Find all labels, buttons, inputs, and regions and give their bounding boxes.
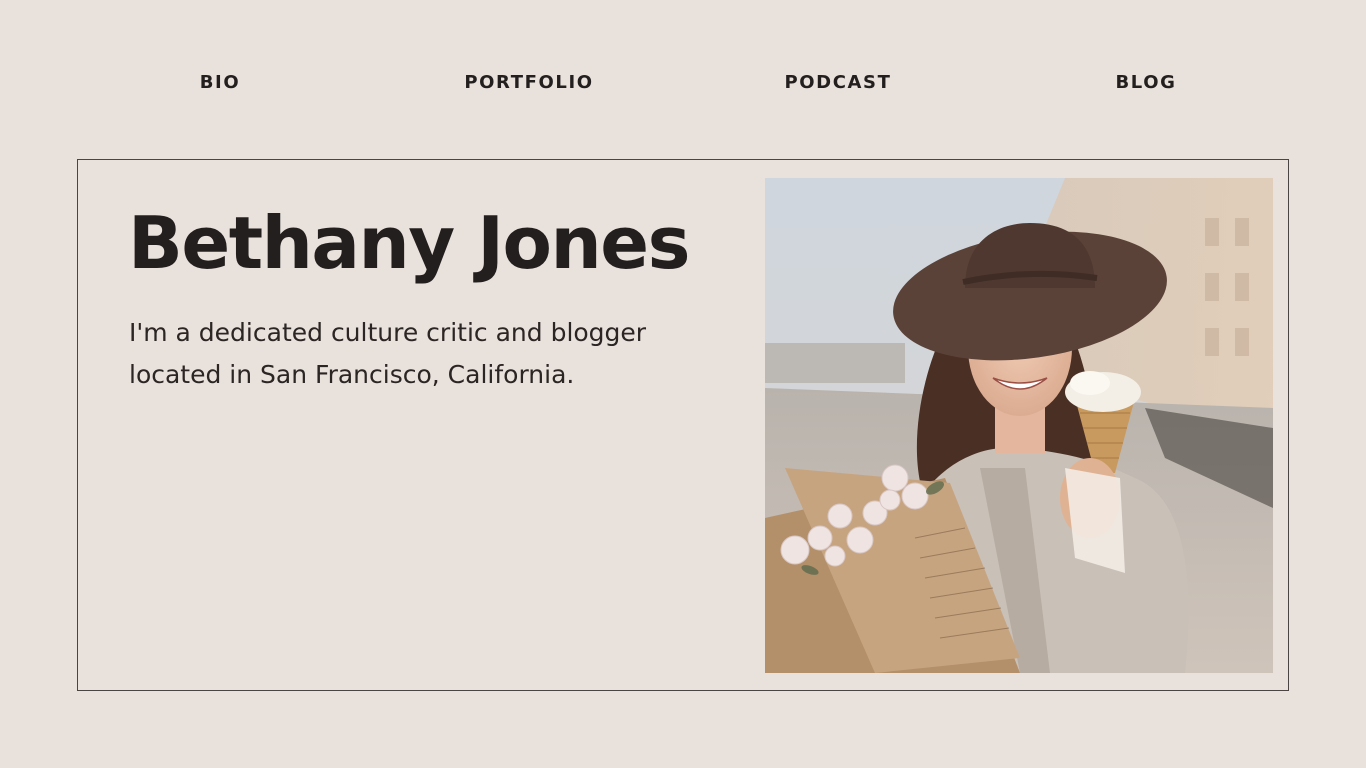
main-nav: BIO PORTFOLIO PODCAST BLOG bbox=[0, 72, 1366, 100]
nav-link-bio[interactable]: BIO bbox=[200, 72, 241, 93]
hero-card: Bethany Jones I'm a dedicated culture cr… bbox=[77, 159, 1289, 691]
tagline-line-2: located in San Francisco, California. bbox=[129, 360, 575, 389]
nav-link-blog[interactable]: BLOG bbox=[1115, 72, 1176, 93]
nav-link-podcast[interactable]: PODCAST bbox=[784, 72, 891, 93]
hero-name: Bethany Jones bbox=[128, 201, 690, 285]
tagline-line-1: I'm a dedicated culture critic and blogg… bbox=[129, 318, 647, 347]
nav-link-portfolio[interactable]: PORTFOLIO bbox=[464, 72, 593, 93]
profile-photo bbox=[765, 178, 1273, 673]
hero-tagline: I'm a dedicated culture critic and blogg… bbox=[129, 312, 729, 396]
